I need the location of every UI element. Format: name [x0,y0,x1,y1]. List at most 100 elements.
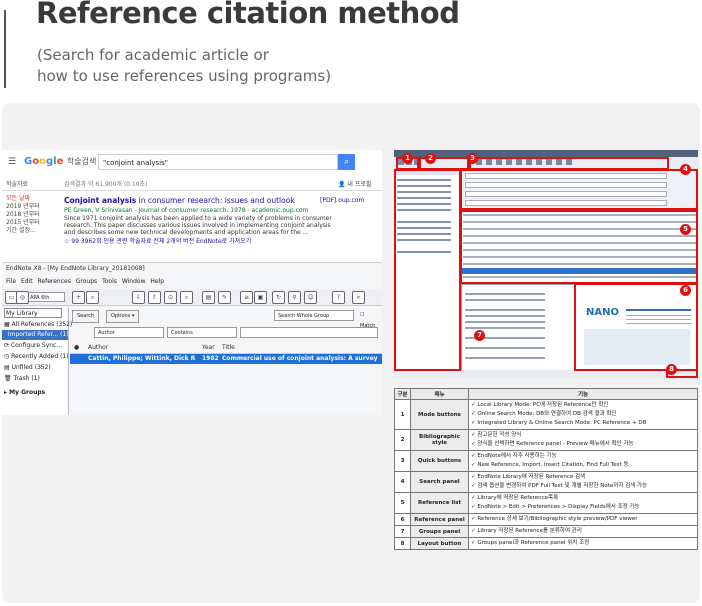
group-all-references[interactable]: ▦ All References (352) [4,321,72,328]
attachment-column-icon[interactable]: ● [74,344,79,351]
row-menu: Quick buttons [410,450,469,472]
search-term-input[interactable] [240,327,378,338]
menu-window[interactable]: Window [122,278,146,285]
function-line: ✓ Reference 상세 보기/Bibliographic style pr… [471,516,638,522]
sync-icon[interactable]: ↻ [272,291,285,304]
search-scope-dropdown[interactable]: Search Whole Group [274,310,354,321]
open-link-icon[interactable]: ⌕ [180,291,193,304]
function-line: ✓ EndNote > Edit > Preferences > Display… [471,504,640,510]
ref-line [465,309,545,311]
user-icon[interactable]: ☺ [304,291,317,304]
import-icon[interactable]: ⇩ [132,291,145,304]
callout-number: 4 [680,164,691,175]
column-title[interactable]: Title [222,344,235,351]
column-year[interactable]: Year [202,344,215,351]
callout-number: 6 [680,285,691,296]
header-accent-bar [4,10,6,88]
style-select[interactable]: APA 6th [27,292,65,302]
help-icon[interactable]: ? [332,291,345,304]
row-number: 3 [394,450,411,472]
menu-edit[interactable]: Edit [21,278,33,285]
menu-file[interactable]: File [6,278,16,285]
my-profile-link[interactable]: 👤 내 프로필 [338,179,371,188]
function-line: ✓ 양식을 선택하면 Reference panel - Preview 메뉴에… [471,441,634,447]
search-icon[interactable]: ⌕ [338,154,355,170]
date-filter-item[interactable]: 모든 날짜 [6,195,40,203]
collapse-icon[interactable]: « [352,291,365,304]
scholar-search-input[interactable]: "conjoint analysis" [98,154,338,170]
function-line: ✓ Local Library Mode: PC에 저장된 Reference만… [471,402,609,408]
ref-line [465,315,545,317]
date-filter-item[interactable]: 2015 년부터 [6,219,40,227]
date-filter-item[interactable]: 2019 년부터 [6,203,40,211]
match-case-checkbox[interactable]: ☐ Match [357,310,379,329]
menu-help[interactable]: Help [150,278,164,285]
operator-dropdown[interactable]: Contains [167,327,237,338]
reference-row-selected[interactable]: Cattin, Philippe; Wittink, Dick R 1982 C… [70,354,382,364]
result-action-links[interactable]: ☆ 99 3962회 인용 관련 학술자료 전체 2개의 버전 EndNote로… [64,236,251,245]
row-function: ✓ Reference 상세 보기/Bibliographic style pr… [468,513,698,526]
group-count: (352) [56,321,73,328]
group-label: Trash [13,375,30,382]
ref-line [465,347,545,349]
menu-references[interactable]: References [38,278,71,285]
group-imported[interactable]: Imported Refer... (1) [4,331,69,338]
function-line: ✓ 참고문헌 작성 양식 [471,432,522,438]
status-bar [394,370,698,378]
date-filter-item[interactable]: 2018 년부터 [6,211,40,219]
table-row: 7 Groups panel ✓ Library 저장된 Reference를 분류… [394,525,698,538]
format-icon[interactable]: ≡ [240,291,253,304]
callout-number: 8 [666,364,677,375]
online-search-icon[interactable]: ◎ [16,291,29,304]
menu-groups[interactable]: Groups [76,278,97,285]
menu-tools[interactable]: Tools [102,278,117,285]
row-menu: Groups panel [410,525,469,538]
hamburger-menu-icon[interactable]: ☰ [8,157,16,167]
options-button[interactable]: Options ▾ [106,310,140,323]
group-recently-added[interactable]: ◷ Recently Added (1) [4,353,69,360]
field-dropdown[interactable]: Author [94,327,164,338]
result-title-link[interactable]: Conjoint analysis in consumer research: … [64,196,295,205]
table-row: 5 Reference list ✓ Library에 저장된 Reference목… [394,492,698,514]
group-configure-sync[interactable]: ⟳ Configure Sync... [4,342,62,349]
row-number: 8 [394,537,411,550]
return-to-word-icon[interactable]: ▣ [254,291,267,304]
callout-box-reference-panel [574,283,698,371]
online-search-tool-icon[interactable]: ⌕ [86,291,99,304]
date-filter-item[interactable]: 기간 설정... [6,227,40,235]
row-number: 6 [394,513,411,526]
share-icon[interactable]: ⚲ [288,291,301,304]
group-label: Configure Sync... [10,342,63,349]
column-author[interactable]: Author [88,344,108,351]
row-menu: Reference list [410,492,469,514]
pdf-source-link[interactable]: [PDF] oup.com [320,197,364,204]
ref-line [465,293,545,295]
export-icon[interactable]: ⇧ [148,291,161,304]
menu-function-table: 구분 메뉴 기능 1 Mode buttons ✓ Local Library Mo… [394,388,698,550]
snippet-line: research. This paper discusses various i… [64,222,331,229]
logo-letter: G [24,156,33,167]
ref-line [465,299,545,301]
new-reference-icon[interactable]: + [72,291,85,304]
scholar-logo[interactable]: Google 학술검색 [24,156,96,167]
page-title: Reference citation method [36,0,460,30]
open-file-icon[interactable]: ▤ [202,291,215,304]
annotated-endnote-screenshot: NANO 1 2 3 4 5 6 7 8 [394,150,698,378]
header-function: 기능 [468,388,698,400]
group-unfiled[interactable]: ▤ Unfiled (352) [4,364,51,371]
result-authors: PE Green, V Srinivasan - Journal of cons… [64,207,309,214]
header-division: 구분 [394,388,411,400]
group-trash[interactable]: 🗑 Trash (1) [4,375,40,382]
row-function: ✓ EndNote에서 자주 사용하는 기능 ✓ New Reference, I… [468,450,698,472]
page-header: Reference citation method (Search for ac… [0,0,702,95]
library-dropdown[interactable]: My Library [4,308,62,318]
my-profile-label: 내 프로필 [347,181,372,188]
insert-citation-icon[interactable]: ✎ [218,291,231,304]
group-my-groups[interactable]: ▸ My Groups [4,389,45,396]
function-line: ✓ Online Search Mode: DB와 연결하여 DB 검색 결과 … [471,411,617,417]
callout-number: 7 [474,330,485,341]
endnote-window: EndNote X8 - [My EndNote Library_2018100… [2,262,382,415]
logo-letter: e [56,156,64,167]
search-button[interactable]: Search [72,310,100,323]
find-fulltext-icon[interactable]: ⊙ [164,291,177,304]
